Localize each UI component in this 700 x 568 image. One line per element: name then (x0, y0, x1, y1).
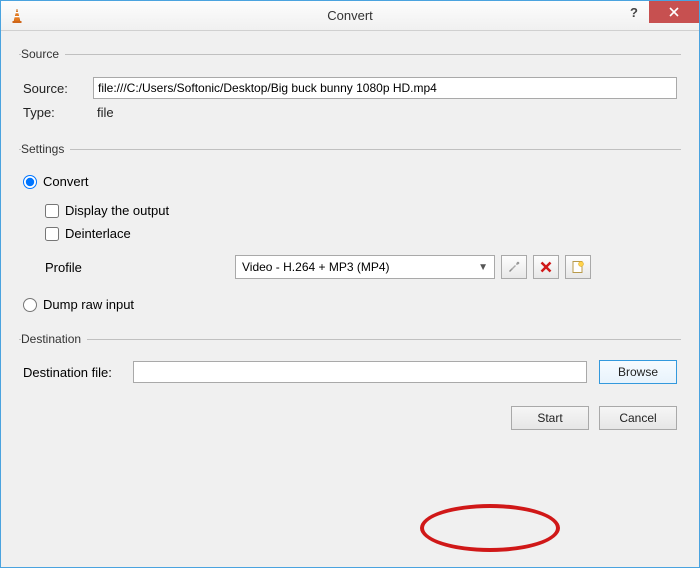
settings-group: Settings Convert Display the output Dein… (19, 142, 681, 326)
chevron-down-icon: ▼ (478, 262, 488, 273)
source-group: Source Source: Type: file (19, 47, 681, 136)
destination-label: Destination file: (23, 365, 133, 380)
source-input[interactable] (93, 77, 677, 99)
display-output-checkbox[interactable] (45, 204, 59, 218)
source-legend: Source (21, 47, 65, 61)
browse-button[interactable]: Browse (599, 360, 677, 384)
destination-legend: Destination (21, 332, 87, 346)
close-icon (669, 7, 679, 17)
display-output-row[interactable]: Display the output (45, 203, 677, 218)
display-output-label: Display the output (65, 203, 169, 218)
dump-raw-row[interactable]: Dump raw input (23, 297, 677, 312)
convert-radio-label: Convert (43, 174, 89, 189)
profile-select[interactable]: Video - H.264 + MP3 (MP4) ▼ (235, 255, 495, 279)
close-button[interactable] (649, 1, 699, 23)
source-label: Source: (23, 81, 93, 96)
profile-label: Profile (45, 260, 235, 275)
new-profile-button[interactable] (565, 255, 591, 279)
edit-profile-button[interactable] (501, 255, 527, 279)
deinterlace-checkbox[interactable] (45, 227, 59, 241)
convert-dialog: Convert ? Source Source: Type: file (0, 0, 700, 568)
annotation-highlight (420, 504, 560, 552)
convert-radio-row[interactable]: Convert (23, 174, 677, 189)
start-button[interactable]: Start (511, 406, 589, 430)
type-value: file (97, 105, 114, 120)
tools-icon (507, 260, 521, 274)
new-file-icon (571, 260, 585, 274)
deinterlace-label: Deinterlace (65, 226, 131, 241)
window-title: Convert (327, 8, 373, 23)
titlebar: Convert ? (1, 1, 699, 31)
vlc-cone-icon (9, 8, 25, 24)
destination-group: Destination Destination file: Browse (19, 332, 681, 398)
cancel-button[interactable]: Cancel (599, 406, 677, 430)
type-label: Type: (23, 105, 93, 120)
deinterlace-row[interactable]: Deinterlace (45, 226, 677, 241)
convert-radio[interactable] (23, 175, 37, 189)
profile-selected: Video - H.264 + MP3 (MP4) (242, 260, 390, 274)
delete-profile-button[interactable] (533, 255, 559, 279)
delete-icon (540, 261, 552, 273)
dump-raw-radio[interactable] (23, 298, 37, 312)
destination-input[interactable] (133, 361, 587, 383)
dump-raw-label: Dump raw input (43, 297, 134, 312)
help-button[interactable]: ? (619, 1, 649, 23)
settings-legend: Settings (21, 142, 70, 156)
